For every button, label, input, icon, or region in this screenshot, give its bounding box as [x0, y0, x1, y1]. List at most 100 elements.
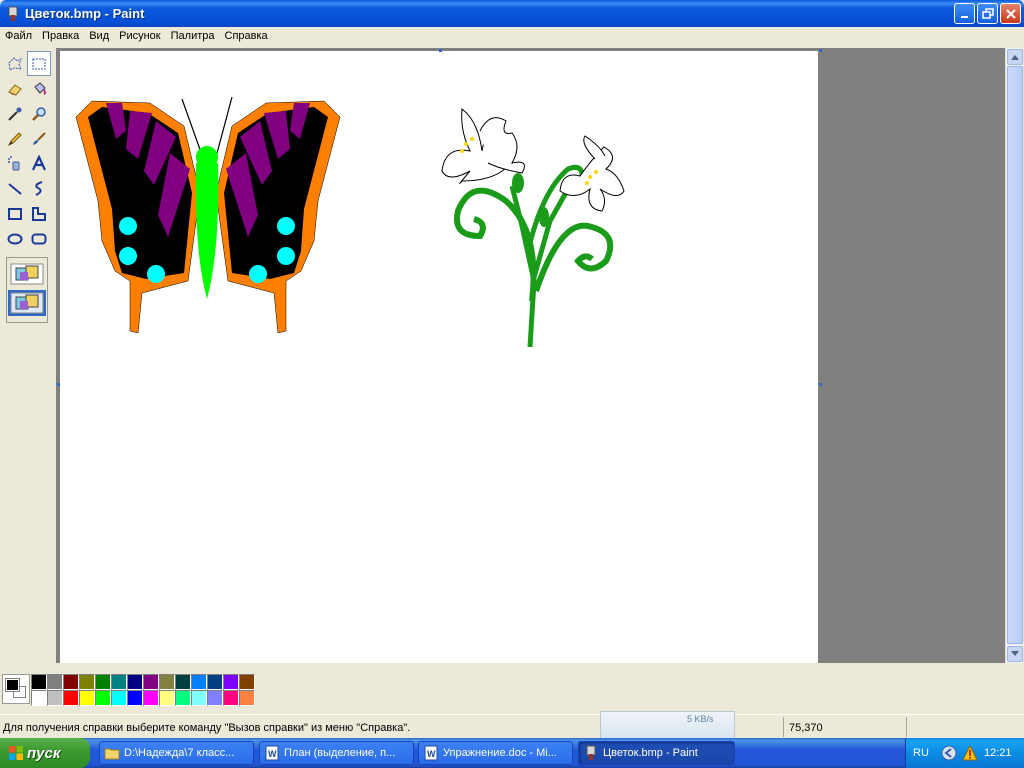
color-swatch[interactable]	[47, 674, 63, 690]
back-arrow-icon[interactable]	[941, 745, 957, 761]
transparent-background-icon	[10, 292, 44, 314]
eraser-tool[interactable]	[3, 76, 27, 101]
color-swatch[interactable]	[223, 690, 239, 706]
menu-help[interactable]: Справка	[220, 27, 273, 45]
color-swatch[interactable]	[63, 690, 79, 706]
opaque-background-icon	[10, 263, 44, 285]
resize-handle-right[interactable]	[819, 383, 822, 386]
status-bar: Для получения справки выберите команду "…	[0, 711, 1024, 739]
curve-tool[interactable]	[27, 176, 51, 201]
color-picker-tool[interactable]	[3, 101, 27, 126]
rectangle-tool[interactable]	[3, 201, 27, 226]
cursor-coordinates: 75,370	[789, 722, 823, 734]
color-swatch[interactable]	[31, 690, 47, 706]
scroll-down-button[interactable]	[1007, 646, 1023, 662]
polygon-icon	[32, 206, 46, 221]
task-label: Упражнение.doc - Mi...	[443, 747, 557, 759]
scroll-thumb[interactable]	[1007, 66, 1023, 644]
close-icon	[1005, 8, 1016, 19]
svg-text:W: W	[427, 749, 436, 759]
resize-handle-left[interactable]	[57, 383, 60, 386]
color-swatch[interactable]	[223, 674, 239, 690]
color-swatch[interactable]	[159, 690, 175, 706]
color-swatch[interactable]	[47, 690, 63, 706]
pencil-tool[interactable]	[3, 126, 27, 151]
brush-tool[interactable]	[27, 126, 51, 151]
color-swatch[interactable]	[63, 674, 79, 690]
taskbar-item-folder[interactable]: D:\Надежда\7 класс...	[99, 741, 254, 765]
color-swatch[interactable]	[127, 674, 143, 690]
rounded-rect-tool[interactable]	[27, 226, 51, 251]
color-swatch[interactable]	[207, 674, 223, 690]
color-swatch[interactable]	[207, 690, 223, 706]
line-tool[interactable]	[3, 176, 27, 201]
warning-icon[interactable]	[962, 745, 978, 761]
airbrush-tool[interactable]	[3, 151, 27, 176]
word-doc-icon: W	[265, 745, 279, 761]
line-icon	[8, 182, 22, 195]
rect-select-tool[interactable]	[27, 51, 51, 76]
taskbar-item-paint[interactable]: Цветок.bmp - Paint	[578, 741, 735, 765]
fill-tool[interactable]	[27, 76, 51, 101]
menu-image[interactable]: Рисунок	[114, 27, 166, 45]
color-swatch[interactable]	[95, 674, 111, 690]
opaque-selection-option[interactable]	[8, 261, 46, 287]
color-swatch[interactable]	[191, 674, 207, 690]
color-swatch[interactable]	[143, 690, 159, 706]
color-swatch[interactable]	[127, 690, 143, 706]
menu-view[interactable]: Вид	[84, 27, 114, 45]
butterfly-drawing	[75, 96, 341, 334]
free-select-tool[interactable]	[3, 51, 27, 76]
windows-logo-icon	[9, 746, 23, 760]
color-swatch[interactable]	[175, 674, 191, 690]
ellipse-icon	[7, 233, 23, 244]
color-swatch[interactable]	[175, 690, 191, 706]
transparent-selection-option[interactable]	[8, 290, 46, 316]
scroll-up-button[interactable]	[1007, 49, 1023, 65]
task-label: План (выделение, п...	[284, 747, 396, 759]
color-swatch[interactable]	[79, 674, 95, 690]
tool-box	[0, 48, 54, 663]
close-button[interactable]	[1000, 3, 1021, 24]
drawing-canvas[interactable]	[60, 51, 818, 663]
magnifier-icon	[32, 106, 46, 121]
color-swatch[interactable]	[191, 690, 207, 706]
menu-colors[interactable]: Палитра	[166, 27, 220, 45]
current-colors	[2, 674, 30, 704]
taskbar-item-word-plan[interactable]: W План (выделение, п...	[259, 741, 414, 765]
resize-handle-top[interactable]	[439, 49, 442, 52]
title-bar[interactable]: Цветок.bmp - Paint	[0, 0, 1024, 27]
rectangle-icon	[8, 207, 22, 220]
foreground-color[interactable]	[5, 678, 20, 692]
minimize-button[interactable]	[954, 3, 975, 24]
ellipse-tool[interactable]	[3, 226, 27, 251]
airbrush-icon	[8, 155, 20, 170]
color-swatch[interactable]	[239, 674, 255, 690]
color-swatch[interactable]	[95, 690, 111, 706]
taskbar-item-word-exercise[interactable]: W Упражнение.doc - Mi...	[418, 741, 573, 765]
resize-handle-top-right[interactable]	[819, 49, 822, 52]
menu-file[interactable]: Файл	[0, 27, 37, 45]
restore-icon	[981, 7, 994, 19]
color-swatch[interactable]	[31, 674, 47, 690]
network-rate: 5 KB/s	[687, 714, 714, 724]
magnifier-tool[interactable]	[27, 101, 51, 126]
polygon-tool[interactable]	[27, 201, 51, 226]
word-doc-icon: W	[424, 745, 438, 761]
arrow-down-icon	[1011, 651, 1019, 656]
restore-button[interactable]	[977, 3, 998, 24]
vertical-scrollbar[interactable]	[1005, 48, 1023, 663]
text-tool[interactable]	[27, 151, 51, 176]
color-swatch[interactable]	[111, 690, 127, 706]
language-indicator[interactable]: RU	[913, 747, 929, 759]
color-swatch[interactable]	[143, 674, 159, 690]
start-label: пуск	[27, 744, 61, 762]
canvas-drawing	[75, 96, 625, 348]
color-swatch[interactable]	[111, 674, 127, 690]
curve-icon	[35, 180, 43, 196]
menu-edit[interactable]: Правка	[37, 27, 84, 45]
color-swatch[interactable]	[159, 674, 175, 690]
color-swatch[interactable]	[79, 690, 95, 706]
start-button[interactable]: пуск	[0, 738, 90, 768]
color-swatch[interactable]	[239, 690, 255, 706]
